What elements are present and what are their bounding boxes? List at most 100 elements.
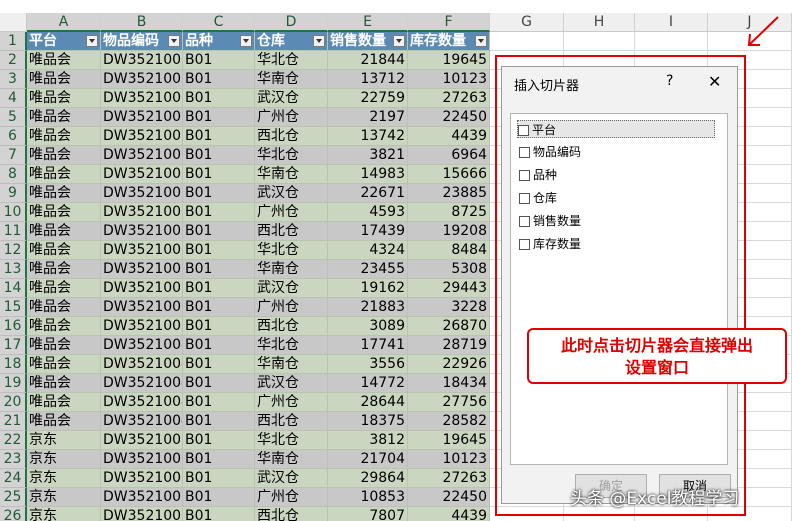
- cell[interactable]: DW3521001: [101, 507, 183, 521]
- row-header[interactable]: 1: [0, 32, 27, 51]
- cell[interactable]: 28582: [408, 412, 490, 431]
- cell[interactable]: 18434: [408, 374, 490, 393]
- row-header[interactable]: 16: [0, 317, 27, 336]
- cell[interactable]: 唯品会: [27, 70, 101, 89]
- cell[interactable]: 15666: [408, 165, 490, 184]
- cell[interactable]: DW3521001: [101, 469, 183, 488]
- cell[interactable]: DW3521001: [101, 108, 183, 127]
- cell[interactable]: 唯品会: [27, 279, 101, 298]
- cell[interactable]: 17741: [328, 336, 408, 355]
- cell[interactable]: 23885: [408, 184, 490, 203]
- cell[interactable]: 西北仓: [255, 412, 328, 431]
- cell[interactable]: 19162: [328, 279, 408, 298]
- cell[interactable]: 22671: [328, 184, 408, 203]
- cell[interactable]: 广州仓: [255, 108, 328, 127]
- cell[interactable]: DW3521002: [101, 165, 183, 184]
- column-header-g[interactable]: G: [490, 13, 564, 32]
- column-header-i[interactable]: I: [635, 13, 708, 32]
- cell[interactable]: 22450: [408, 488, 490, 507]
- column-header-a[interactable]: A: [27, 13, 101, 32]
- row-header[interactable]: 12: [0, 241, 27, 260]
- row-header[interactable]: 10: [0, 203, 27, 222]
- cell[interactable]: 武汉仓: [255, 279, 328, 298]
- cell[interactable]: 7807: [328, 507, 408, 521]
- row-header[interactable]: 18: [0, 355, 27, 374]
- cell[interactable]: B01: [183, 51, 255, 70]
- cell[interactable]: 14983: [328, 165, 408, 184]
- cell[interactable]: DW3521004: [101, 336, 183, 355]
- cell[interactable]: 华南仓: [255, 165, 328, 184]
- cell[interactable]: B01: [183, 393, 255, 412]
- row-header[interactable]: 20: [0, 393, 27, 412]
- header-cell[interactable]: 库存数量: [408, 32, 490, 51]
- cell[interactable]: 唯品会: [27, 51, 101, 70]
- cell[interactable]: 武汉仓: [255, 469, 328, 488]
- filter-dropdown-icon[interactable]: [168, 35, 180, 47]
- cell[interactable]: B01: [183, 279, 255, 298]
- cell[interactable]: 19645: [408, 431, 490, 450]
- cell[interactable]: DW3521001: [101, 51, 183, 70]
- cell[interactable]: B01: [183, 146, 255, 165]
- cell[interactable]: B01: [183, 298, 255, 317]
- cell[interactable]: 18375: [328, 412, 408, 431]
- checkbox-icon[interactable]: [518, 125, 529, 136]
- cell[interactable]: 6964: [408, 146, 490, 165]
- cell[interactable]: 唯品会: [27, 165, 101, 184]
- cell[interactable]: DW3521003: [101, 279, 183, 298]
- cell[interactable]: 华南仓: [255, 260, 328, 279]
- cell[interactable]: DW3521004: [101, 412, 183, 431]
- slicer-field-option[interactable]: 平台: [517, 120, 715, 138]
- cell[interactable]: B01: [183, 203, 255, 222]
- cell[interactable]: 22450: [408, 108, 490, 127]
- cell[interactable]: 10123: [408, 70, 490, 89]
- cell[interactable]: B01: [183, 355, 255, 374]
- row-header[interactable]: 2: [0, 51, 27, 70]
- filter-dropdown-icon[interactable]: [393, 35, 405, 47]
- cell[interactable]: DW3521004: [101, 355, 183, 374]
- cell[interactable]: 唯品会: [27, 184, 101, 203]
- cell[interactable]: 广州仓: [255, 393, 328, 412]
- header-cell[interactable]: 品种: [183, 32, 255, 51]
- cell[interactable]: B01: [183, 165, 255, 184]
- cell[interactable]: B01: [183, 184, 255, 203]
- cell[interactable]: 22926: [408, 355, 490, 374]
- cell[interactable]: 西北仓: [255, 317, 328, 336]
- header-cell[interactable]: 平台: [27, 32, 101, 51]
- slicer-field-option[interactable]: 库存数量: [519, 235, 581, 253]
- slicer-field-option[interactable]: 物品编码: [519, 143, 581, 161]
- cell[interactable]: B01: [183, 336, 255, 355]
- cell[interactable]: DW3521002: [101, 203, 183, 222]
- cell[interactable]: B01: [183, 127, 255, 146]
- checkbox-icon[interactable]: [519, 193, 530, 204]
- cell[interactable]: 4439: [408, 507, 490, 521]
- cell[interactable]: 华南仓: [255, 450, 328, 469]
- cell[interactable]: 唯品会: [27, 146, 101, 165]
- cell[interactable]: 西北仓: [255, 222, 328, 241]
- cell[interactable]: 29864: [328, 469, 408, 488]
- row-header[interactable]: 9: [0, 184, 27, 203]
- cell[interactable]: 广州仓: [255, 488, 328, 507]
- cell[interactable]: 华南仓: [255, 355, 328, 374]
- cell[interactable]: 8725: [408, 203, 490, 222]
- cell[interactable]: 京东: [27, 431, 101, 450]
- checkbox-icon[interactable]: [519, 170, 530, 181]
- cell[interactable]: 3812: [328, 431, 408, 450]
- cell[interactable]: 27756: [408, 393, 490, 412]
- cell[interactable]: 21704: [328, 450, 408, 469]
- cell[interactable]: [564, 32, 635, 51]
- cell[interactable]: DW3521002: [101, 184, 183, 203]
- cell[interactable]: 华北仓: [255, 146, 328, 165]
- slicer-field-option[interactable]: 仓库: [519, 189, 557, 207]
- cell[interactable]: DW3521001: [101, 431, 183, 450]
- cell[interactable]: 21844: [328, 51, 408, 70]
- cell[interactable]: 27263: [408, 89, 490, 108]
- cell[interactable]: 28719: [408, 336, 490, 355]
- cell[interactable]: 4439: [408, 127, 490, 146]
- help-icon[interactable]: ?: [666, 73, 673, 89]
- cell[interactable]: 华北仓: [255, 51, 328, 70]
- cell[interactable]: 3089: [328, 317, 408, 336]
- slicer-field-option[interactable]: 销售数量: [519, 212, 581, 230]
- column-header-f[interactable]: F: [408, 13, 490, 32]
- cell[interactable]: B01: [183, 488, 255, 507]
- cell[interactable]: B01: [183, 260, 255, 279]
